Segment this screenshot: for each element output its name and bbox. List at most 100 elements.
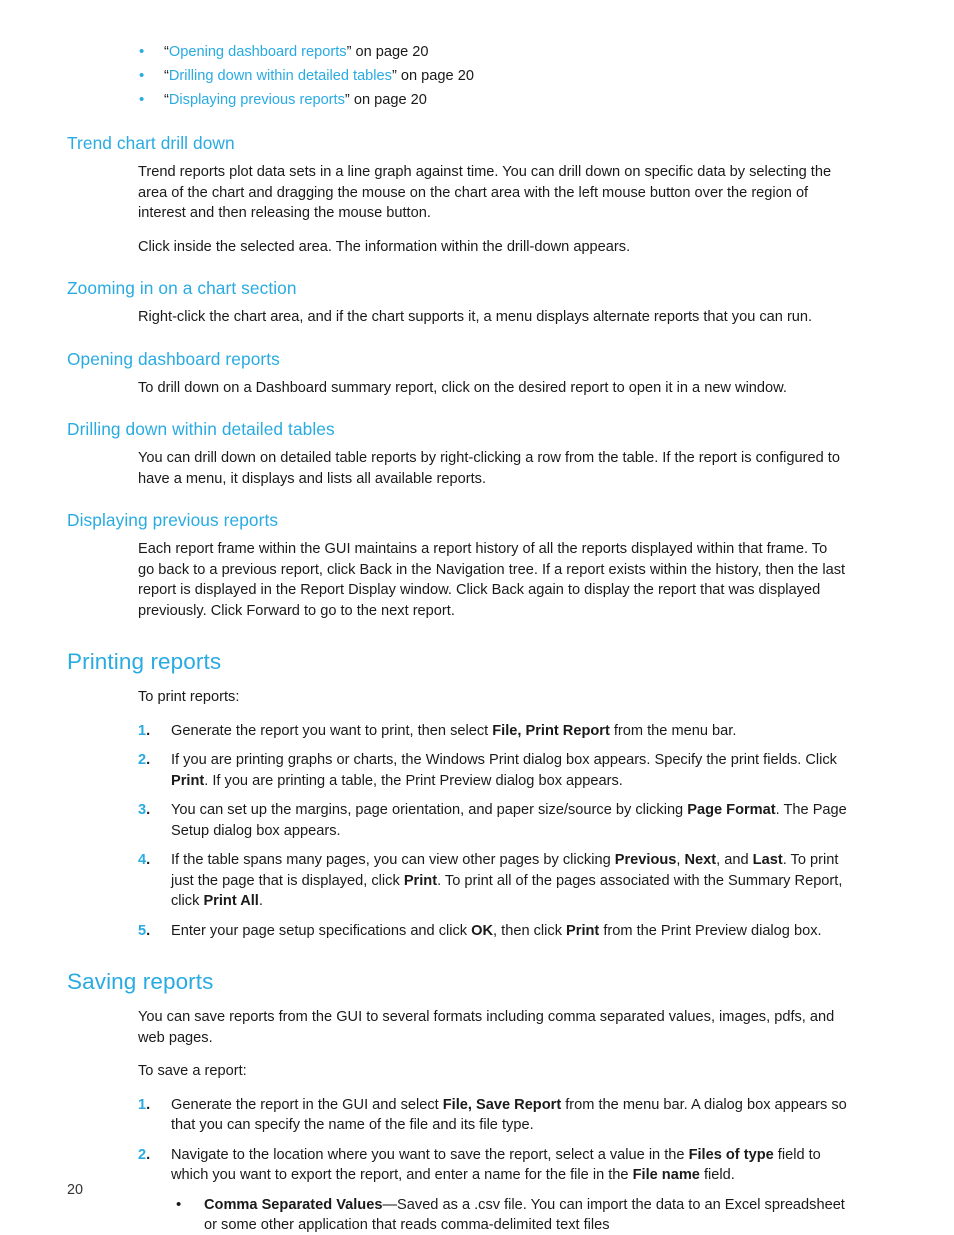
step-number: 4.: [138, 850, 164, 871]
step-text-run: . If you are printing a table, the Print…: [204, 772, 623, 789]
paragraph-saving-1: You can save reports from the GUI to sev…: [138, 1009, 835, 1046]
step-text: If you are printing graphs or charts, th…: [171, 752, 837, 789]
step-text-run: from the menu bar.: [609, 722, 737, 739]
heading-printing-reports: Printing reports: [67, 649, 222, 674]
printing-reports-steps: 1. Generate the report you want to print,…: [67, 721, 847, 942]
cross-reference-item[interactable]: • “Opening dashboard reports” on page 20: [67, 40, 847, 64]
step-text-run: If the table spans many pages, you can v…: [171, 852, 615, 868]
bullet-icon: •: [139, 43, 145, 60]
cross-reference-item[interactable]: • “Drilling down within detailed tables” …: [67, 64, 847, 88]
step-number: 1.: [138, 1095, 164, 1116]
page-content: • “Opening dashboard reports” on page 20 •…: [67, 40, 847, 1235]
saving-reports-steps: 1. Generate the report in the GUI and sel…: [67, 1095, 847, 1235]
step-text-run: , and: [716, 852, 753, 868]
paragraph-zooming-in-1: Right-click the chart area, and if the c…: [138, 309, 813, 325]
paragraph-opening-dashboard-1: To drill down on a Dashboard summary rep…: [138, 379, 787, 396]
step-text: Enter your page setup specifications and…: [171, 923, 822, 939]
cross-reference-text: “Drilling down within detailed tables” o…: [164, 68, 474, 84]
heading-drilling-down-within-detailed-tables: Drilling down within detailed tables: [67, 419, 335, 439]
step-text-run: Generate the report in the GUI and selec…: [171, 1096, 443, 1113]
cross-reference-item[interactable]: • “Displaying previous reports” on page 2…: [67, 88, 847, 112]
step-number: 2.: [138, 1145, 164, 1166]
ui-label: Next: [684, 852, 717, 868]
file-format-item: • Comma Separated Values—Saved as a .csv …: [171, 1195, 847, 1235]
step-text-run: You can set up the margins, page orienta…: [171, 802, 688, 818]
ui-label: File, Save Report: [442, 1096, 562, 1113]
paragraph-drilling-down-1: You can drill down on detailed table rep…: [138, 450, 840, 487]
ui-label: Last: [752, 852, 783, 868]
cross-reference-page: on page 20: [351, 44, 429, 60]
heading-opening-dashboard-reports: Opening dashboard reports: [67, 348, 280, 369]
ui-label: Print All: [203, 893, 259, 909]
procedure-step: 3. You can set up the margins, page orien…: [67, 800, 847, 841]
step-text: You can set up the margins, page orienta…: [171, 802, 847, 839]
ui-label: Files of type: [688, 1146, 774, 1163]
step-number-value: 5: [138, 922, 147, 939]
cross-reference-link[interactable]: Drilling down within detailed tables: [169, 68, 392, 84]
paragraph-displaying-previous-1: Each report frame within the GUI maintai…: [138, 541, 846, 619]
ui-label: Page Format: [687, 802, 776, 818]
ui-label: File, Print Report: [492, 722, 610, 739]
step-number-value: 4: [138, 852, 147, 868]
procedure-step: 5. Enter your page setup specifications a…: [67, 921, 847, 942]
ui-label: Print: [403, 872, 438, 889]
cross-reference-page: on page 20: [396, 68, 474, 84]
procedure-step: 1. Generate the report you want to print,…: [67, 721, 847, 742]
step-number: 1.: [138, 721, 164, 742]
heading-trend-chart-drill-down: Trend chart drill down: [67, 133, 235, 153]
cross-reference-link[interactable]: Displaying previous reports: [169, 92, 345, 108]
step-number-dot: .: [146, 922, 151, 939]
step-number-value: 1: [138, 1096, 147, 1113]
step-number-value: 1: [138, 722, 147, 739]
step-number-dot: .: [146, 1096, 151, 1113]
step-text: If the table spans many pages, you can v…: [171, 852, 842, 909]
cross-reference-text: “Displaying previous reports” on page 20: [164, 92, 427, 108]
bullet-icon: •: [176, 1195, 182, 1213]
ui-label: Previous: [614, 852, 677, 868]
document-page: • “Opening dashboard reports” on page 20 •…: [0, 0, 954, 1235]
step-number-dot: .: [146, 752, 151, 768]
ui-label: Print: [566, 922, 600, 939]
paragraph-saving-intro: To save a report:: [138, 1063, 247, 1079]
cross-reference-list: • “Opening dashboard reports” on page 20 •…: [67, 40, 847, 112]
heading-zooming-in-on-a-chart-section: Zooming in on a chart section: [67, 278, 297, 298]
step-number-dot: .: [146, 852, 151, 868]
paragraph-printing-intro: To print reports:: [138, 689, 240, 705]
procedure-step: 2. If you are printing graphs or charts, …: [67, 750, 847, 791]
heading-saving-reports: Saving reports: [67, 969, 214, 994]
cross-reference-link[interactable]: Opening dashboard reports: [169, 44, 347, 60]
step-number: 2.: [138, 750, 164, 771]
step-text-run: field.: [699, 1167, 735, 1183]
step-number: 5.: [138, 921, 164, 942]
heading-displaying-previous-reports: Displaying previous reports: [67, 510, 279, 530]
ui-label: OK: [471, 922, 494, 939]
cross-reference-page: on page 20: [349, 92, 427, 108]
paragraph-trend-chart-2: Click inside the selected area. The info…: [138, 238, 631, 255]
step-text: Navigate to the location where you want …: [171, 1147, 821, 1184]
page-number: 20: [67, 1182, 84, 1198]
step-number-dot: .: [146, 1146, 151, 1163]
step-text-run: , then click: [493, 922, 567, 939]
step-text-run: Enter your page setup specifications and…: [171, 922, 472, 939]
step-number-dot: .: [146, 802, 151, 818]
cross-reference-text: “Opening dashboard reports” on page 20: [164, 44, 429, 60]
procedure-step: 4. If the table spans many pages, you can…: [67, 850, 847, 912]
step-number: 3.: [138, 800, 164, 821]
step-number-dot: .: [146, 722, 151, 739]
step-text-run: ,: [676, 852, 685, 868]
step-text-run: Navigate to the location where you want …: [171, 1146, 689, 1163]
step-number-value: 2: [138, 1146, 147, 1163]
step-text: Generate the report in the GUI and selec…: [171, 1097, 847, 1134]
file-format-list: • Comma Separated Values—Saved as a .csv …: [171, 1195, 847, 1235]
step-text: Generate the report you want to print, t…: [171, 723, 736, 739]
bullet-icon: •: [139, 67, 145, 84]
bullet-icon: •: [139, 91, 145, 108]
step-number-value: 2: [138, 752, 147, 768]
step-number-value: 3: [138, 802, 147, 818]
procedure-step: 1. Generate the report in the GUI and sel…: [67, 1095, 847, 1136]
ui-label: Print: [171, 772, 205, 789]
ui-label: File name: [632, 1167, 700, 1183]
step-text-run: from the Print Preview dialog box.: [599, 922, 822, 939]
paragraph-trend-chart-1: Trend reports plot data sets in a line g…: [138, 164, 832, 221]
procedure-step: 2. Navigate to the location where you wan…: [67, 1145, 847, 1235]
